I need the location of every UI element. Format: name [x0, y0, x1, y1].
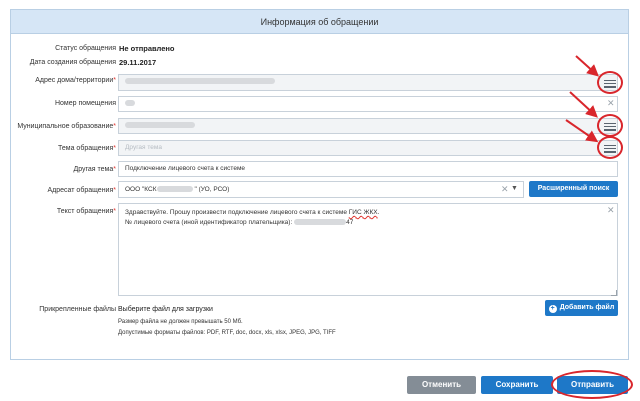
annotation-arrows — [565, 55, 599, 143]
arrow-to-topic — [565, 119, 599, 143]
arrow-to-address — [575, 55, 599, 77]
arrow-to-municipality — [569, 91, 598, 118]
